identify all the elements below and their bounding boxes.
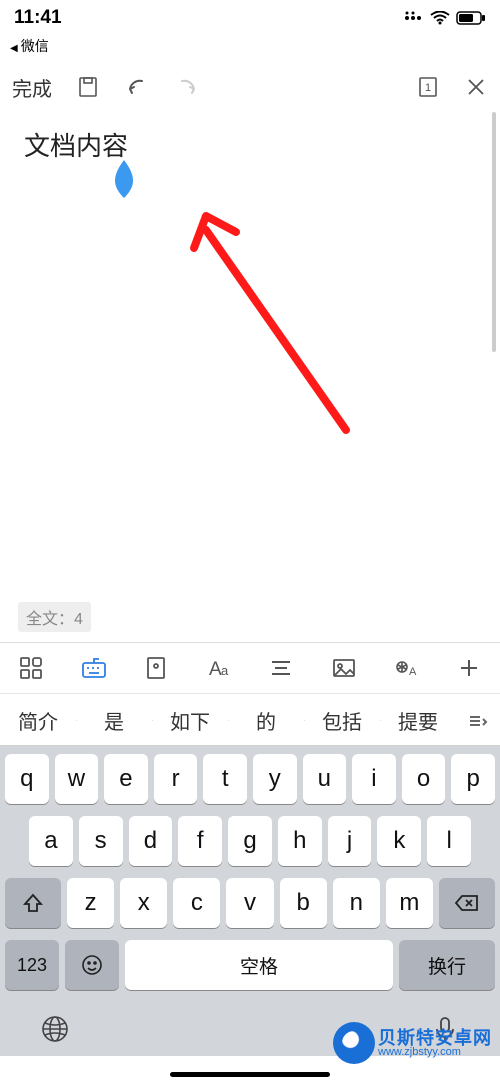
editor-toolbar: 完成 1 [0,62,500,112]
key-d[interactable]: d [129,816,173,866]
battery-icon [456,11,486,25]
undo-icon[interactable] [124,75,150,99]
key-backspace[interactable] [439,878,495,928]
key-j[interactable]: j [328,816,372,866]
key-s[interactable]: s [79,816,123,866]
key-u[interactable]: u [303,754,347,804]
status-indicators [404,11,486,25]
annotation-arrow-icon [186,210,366,455]
format-toolbar: Aa A [0,642,500,694]
watermark-url: www.zjbstyy.com [378,1047,492,1058]
svg-text:a: a [221,663,229,678]
key-c[interactable]: c [173,878,220,928]
key-123[interactable]: 123 [5,940,59,990]
toolbar-image-icon[interactable] [313,655,376,681]
key-p[interactable]: p [451,754,495,804]
suggestion[interactable]: 的 [228,706,304,735]
back-to-app[interactable]: 微信 [0,36,500,62]
key-enter[interactable]: 换行 [399,940,495,990]
key-h[interactable]: h [278,816,322,866]
toolbar-font-icon[interactable]: Aa [188,655,251,681]
keyboard-row-4: 123 空格 换行 [5,940,495,990]
save-icon[interactable] [76,75,100,99]
key-i[interactable]: i [352,754,396,804]
close-icon[interactable] [464,75,488,99]
key-q[interactable]: q [5,754,49,804]
suggestion[interactable]: 如下 [152,706,228,735]
key-l[interactable]: l [427,816,471,866]
keyboard-row-1: q w e r t y u i o p [5,754,495,804]
page-count-icon[interactable]: 1 [416,75,440,99]
status-time: 11:41 [14,7,94,29]
key-b[interactable]: b [280,878,327,928]
suggestion-bar: 简介 是 如下 的 包括 提要 [0,696,500,746]
document-content[interactable]: 文档内容 [24,126,476,163]
toolbar-plus-icon[interactable] [438,656,500,680]
toolbar-keyboard-icon[interactable] [63,655,126,681]
key-a[interactable]: a [29,816,73,866]
key-space[interactable]: 空格 [125,940,393,990]
key-x[interactable]: x [120,878,167,928]
status-bar: 11:41 [0,0,500,36]
suggestion[interactable]: 简介 [0,706,76,735]
wifi-icon [430,11,450,25]
toolbar-voice-icon[interactable]: A [375,655,438,681]
done-button[interactable]: 完成 [12,73,52,102]
key-g[interactable]: g [228,816,272,866]
key-n[interactable]: n [333,878,380,928]
watermark-title: 贝斯特安卓网 [378,1029,492,1047]
key-emoji[interactable] [65,940,119,990]
svg-text:1: 1 [425,82,431,94]
document-area[interactable]: 文档内容 [0,112,500,602]
key-f[interactable]: f [178,816,222,866]
suggestion[interactable]: 包括 [304,706,380,735]
key-e[interactable]: e [104,754,148,804]
redo-icon [174,75,200,99]
key-t[interactable]: t [203,754,247,804]
cursor-handle-icon[interactable] [108,158,140,207]
watermark-logo-icon [336,1025,372,1061]
globe-icon[interactable] [40,1014,70,1044]
key-m[interactable]: m [386,878,433,928]
key-w[interactable]: w [55,754,99,804]
key-r[interactable]: r [154,754,198,804]
toolbar-view-icon[interactable] [125,655,188,681]
key-v[interactable]: v [226,878,273,928]
key-y[interactable]: y [253,754,297,804]
watermark: 贝斯特安卓网 www.zjbstyy.com [328,1021,500,1065]
suggestion[interactable]: 是 [76,706,152,735]
suggestion-more-icon[interactable] [456,714,500,728]
keyboard: 简介 是 如下 的 包括 提要 q w e r t y u i o p a s … [0,696,500,1056]
keyboard-row-3: z x c v b n m [5,878,495,928]
word-count-badge: 全文：4 [18,602,91,632]
suggestion[interactable]: 提要 [380,706,456,735]
keyboard-row-2: a s d f g h j k l [5,816,495,866]
key-o[interactable]: o [402,754,446,804]
key-k[interactable]: k [377,816,421,866]
key-z[interactable]: z [67,878,114,928]
toolbar-align-icon[interactable] [250,655,313,681]
scrollbar[interactable] [492,112,496,352]
home-indicator[interactable] [170,1072,330,1077]
toolbar-grid-icon[interactable] [0,655,63,681]
key-shift[interactable] [5,878,61,928]
svg-text:A: A [409,666,417,678]
cellular-icon [404,11,424,25]
